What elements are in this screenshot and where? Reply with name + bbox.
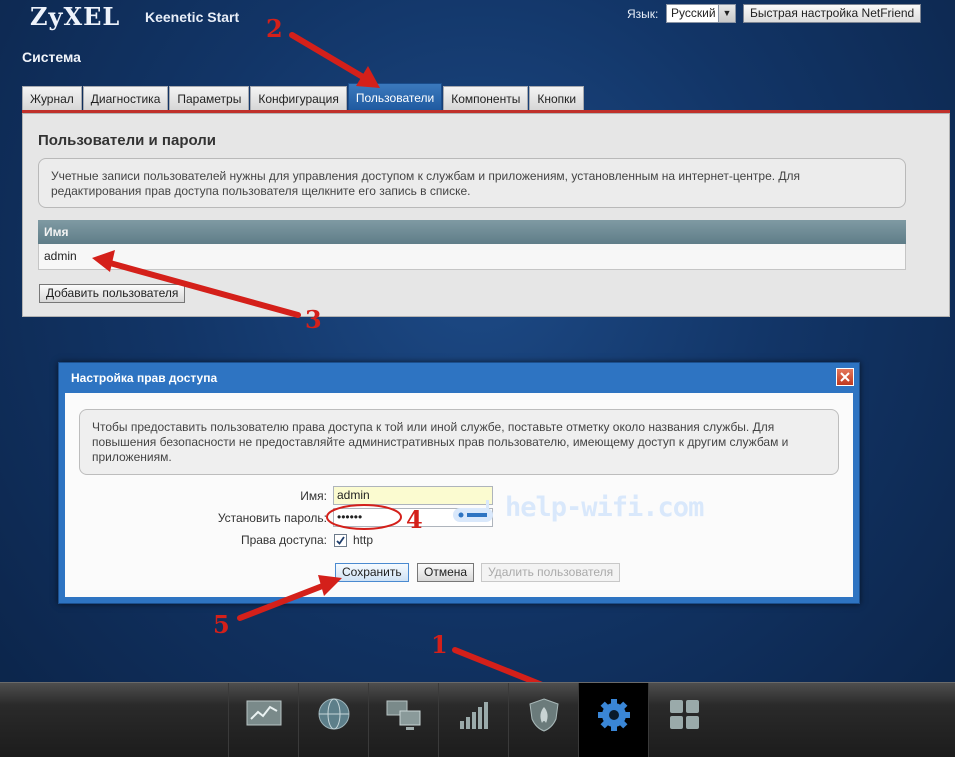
dock-internet[interactable] xyxy=(298,683,369,757)
annotation-1: 1 xyxy=(431,630,448,659)
dock-security[interactable] xyxy=(508,683,579,757)
bottom-toolbar xyxy=(0,682,955,757)
arrow-5 xyxy=(237,582,328,621)
dock-apps[interactable] xyxy=(648,683,719,757)
dock-wifi[interactable] xyxy=(438,683,509,757)
dock-system[interactable] xyxy=(578,683,649,757)
annotation-overlay xyxy=(92,32,592,709)
arrow-2 xyxy=(289,32,371,83)
annotation-4: 4 xyxy=(406,505,423,534)
signal-bars-icon xyxy=(460,702,488,729)
gear-icon xyxy=(598,699,630,731)
arrow-3 xyxy=(107,260,301,318)
dock-home-network[interactable] xyxy=(368,683,439,757)
dock-monitor[interactable] xyxy=(228,683,299,757)
network-computers-icon xyxy=(386,700,421,730)
password-highlight-circle xyxy=(326,504,402,530)
annotation-2: 2 xyxy=(266,14,283,43)
annotation-5: 5 xyxy=(213,610,230,639)
annotation-3: 3 xyxy=(305,305,322,334)
globe-icon xyxy=(318,698,350,730)
monitor-chart-icon xyxy=(246,700,282,726)
shield-icon xyxy=(529,698,559,732)
apps-grid-icon xyxy=(670,700,699,729)
